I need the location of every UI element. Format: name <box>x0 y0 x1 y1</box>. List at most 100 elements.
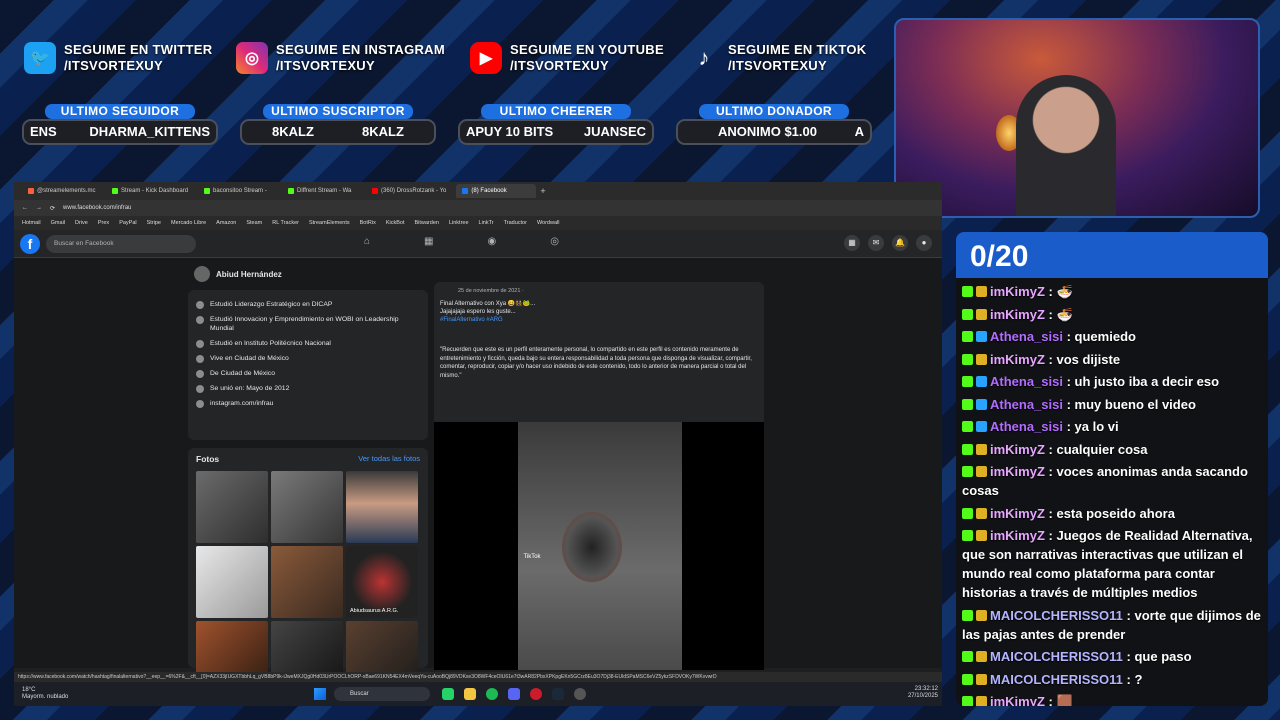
post-date[interactable]: 25 de noviembre de 2021 · <box>458 288 758 294</box>
tab-youtube[interactable]: (360) DrossRotzank - Yo <box>366 184 452 198</box>
bookmark-item[interactable]: LinkTr <box>479 220 494 226</box>
chat-username[interactable]: imKimyZ <box>990 352 1045 367</box>
tab-label: @streamelements.mc <box>37 188 96 194</box>
bookmark-item[interactable]: Mercado Libre <box>171 220 206 226</box>
chat-username[interactable]: imKimyZ <box>990 528 1045 543</box>
tab-diffrent[interactable]: Diffrent Stream - Wa <box>282 184 362 198</box>
stat-label: ULTIMO SEGUIDOR <box>45 104 195 119</box>
chat-username[interactable]: MAICOLCHERISSO11 <box>990 649 1123 664</box>
back-icon[interactable]: ← <box>22 205 28 211</box>
chat-username[interactable]: imKimyZ <box>990 506 1045 521</box>
sub-badge-icon <box>976 398 987 410</box>
photo-thumb[interactable] <box>196 471 268 543</box>
video-player[interactable]: TikTok <box>434 422 764 670</box>
chat-message: imKimyZ : 🍜 <box>962 282 1262 301</box>
bookmark-item[interactable]: RL Tracker <box>272 220 299 226</box>
weather-widget[interactable]: 18°C Mayorm. nublado <box>22 687 82 701</box>
spotify-icon[interactable] <box>486 688 498 700</box>
bookmark-item[interactable]: Amazon <box>216 220 236 226</box>
opera-icon[interactable] <box>530 688 542 700</box>
post-hashtags[interactable]: #FinalAlternativo #ARG <box>440 316 758 324</box>
education-icon <box>196 316 204 324</box>
sub-badge-icon <box>976 651 987 662</box>
bookmark-item[interactable]: Linktree <box>449 220 469 226</box>
steam-icon[interactable] <box>552 688 564 700</box>
tab-facebook[interactable]: (8) Facebook <box>456 184 537 198</box>
social-line2: /ITSVORTEXUY <box>728 58 827 73</box>
stat-value-right: A <box>854 124 864 139</box>
chat-text: : que paso <box>1126 649 1192 664</box>
chat-message: Athena_sisi : muy bueno el video <box>962 395 1262 414</box>
stat-value-left: 8KALZ <box>272 124 314 139</box>
obs-icon[interactable] <box>574 688 586 700</box>
bookmark-item[interactable]: Prex <box>98 220 109 226</box>
whatsapp-icon[interactable] <box>442 688 454 700</box>
photo-thumb[interactable]: Abiudsaurus A.R.G. <box>346 546 418 618</box>
forward-icon[interactable]: → <box>36 205 42 211</box>
photo-thumb[interactable] <box>271 546 343 618</box>
groups-icon[interactable]: ◉ <box>488 236 497 247</box>
chat-username[interactable]: imKimyZ <box>990 442 1045 457</box>
tab-kick-dashboard[interactable]: Stream - Kick Dashboard <box>106 184 194 198</box>
new-tab-icon[interactable]: + <box>540 186 545 196</box>
profile-name[interactable]: Abiud Hernández <box>216 270 282 279</box>
facebook-profile-page: Abiud Hernández Estudió Liderazgo Estrat… <box>14 258 942 693</box>
bookmark-item[interactable]: StreamElements <box>309 220 350 226</box>
discord-icon[interactable] <box>508 688 520 700</box>
social-instagram: ◎ SEGUIME EN INSTAGRAM/ITSVORTEXUY <box>236 42 445 74</box>
bookmark-item[interactable]: Stripe <box>147 220 161 226</box>
instagram-icon: ◎ <box>236 42 268 74</box>
menu-grid-icon[interactable]: ▦ <box>844 235 860 251</box>
windows-start-icon[interactable] <box>314 688 326 700</box>
chat-username[interactable]: Athena_sisi <box>990 397 1063 412</box>
chat-username[interactable]: Athena_sisi <box>990 419 1063 434</box>
chat-username[interactable]: imKimyZ <box>990 464 1045 479</box>
facebook-logo-icon[interactable]: f <box>20 233 40 254</box>
account-avatar[interactable]: ● <box>916 235 932 251</box>
notifications-icon[interactable]: 🔔 <box>892 235 908 251</box>
bookmark-item[interactable]: KickBot <box>386 220 405 226</box>
facebook-search-input[interactable]: Buscar en Facebook <box>46 234 196 253</box>
marketplace-icon[interactable]: ▦ <box>424 236 433 247</box>
tab-baconsitoo[interactable]: baconsitoo Stream - <box>198 184 278 198</box>
intro-link[interactable]: instagram.com/infrau <box>210 399 273 408</box>
tab-streamelements[interactable]: @streamelements.mc <box>22 184 102 198</box>
photo-thumb[interactable] <box>346 471 418 543</box>
chat-username[interactable]: imKimyZ <box>990 284 1045 299</box>
file-explorer-icon[interactable] <box>464 688 476 700</box>
bookmark-item[interactable]: Traductor <box>504 220 527 226</box>
post-card: 25 de noviembre de 2021 · Final Alternat… <box>434 282 764 670</box>
bookmark-item[interactable]: Hotmail <box>22 220 41 226</box>
taskbar-search[interactable]: Buscar <box>334 687 430 701</box>
intro-row[interactable]: instagram.com/infrau <box>196 399 420 408</box>
chat-username[interactable]: MAICOLCHERISSO11 <box>990 608 1123 623</box>
home-icon[interactable]: ⌂ <box>364 236 370 247</box>
chat-username[interactable]: imKimyZ <box>990 694 1045 706</box>
intro-row: Estudió Innovacion y Emprendimiento en W… <box>196 315 420 333</box>
gaming-icon[interactable]: ◎ <box>550 236 559 247</box>
chat-message: imKimyZ : 🟫 <box>962 692 1262 706</box>
bookmark-item[interactable]: Wordwall <box>537 220 560 226</box>
kick-badge-icon <box>962 673 973 685</box>
bookmark-item[interactable]: PayPal <box>119 220 136 226</box>
photo-thumb[interactable] <box>196 546 268 618</box>
chat-username[interactable]: imKimyZ <box>990 307 1045 322</box>
chat-username[interactable]: MAICOLCHERISSO11 <box>990 672 1123 687</box>
taskbar-clock[interactable]: 23:32:12 27/10/2025 <box>908 686 938 700</box>
photo-thumb[interactable] <box>271 471 343 543</box>
bookmark-item[interactable]: Steam <box>246 220 262 226</box>
bookmark-item[interactable]: Bitwarden <box>414 220 438 226</box>
bookmark-item[interactable]: Drive <box>75 220 88 226</box>
messenger-icon[interactable]: ✉ <box>868 235 884 251</box>
bookmark-item[interactable]: BotRix <box>360 220 376 226</box>
stat-value-left: ANONIMO $1.00 <box>718 124 817 139</box>
avatar[interactable] <box>194 266 210 282</box>
reload-icon[interactable]: ⟳ <box>50 205 55 212</box>
stream-chat: 0/20 imKimyZ : 🍜 imKimyZ : 🍜 Athena_sisi :… <box>956 232 1268 706</box>
chat-username[interactable]: Athena_sisi <box>990 374 1063 389</box>
bookmark-item[interactable]: Gmail <box>51 220 65 226</box>
chat-username[interactable]: Athena_sisi <box>990 329 1063 344</box>
url-field[interactable]: www.facebook.com/infrau <box>63 205 131 211</box>
see-all-photos-link[interactable]: Ver todas las fotos <box>358 454 420 464</box>
kick-badge-icon <box>962 398 973 410</box>
